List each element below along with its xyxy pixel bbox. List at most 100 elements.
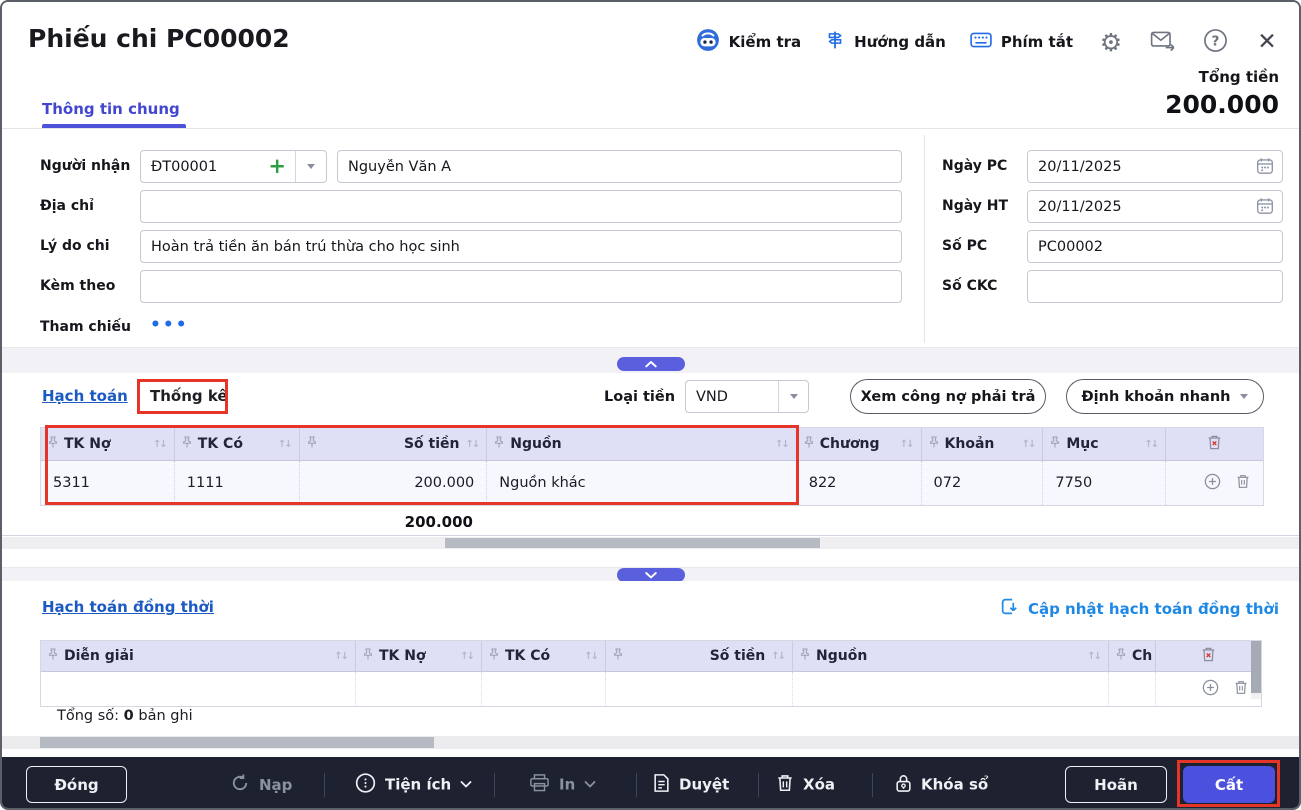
close-button[interactable]: ✕ <box>1253 28 1281 56</box>
utilities-button[interactable]: Tiện ích <box>355 772 472 797</box>
calendar-icon[interactable] <box>1256 157 1274 179</box>
col-tk-co[interactable]: TK Có ↑↓ <box>482 641 606 671</box>
pin-icon[interactable] <box>800 648 810 665</box>
pin-icon[interactable] <box>613 648 623 665</box>
col-nguon[interactable]: Nguồn ↑↓ <box>793 641 1109 671</box>
sort-icon[interactable]: ↑↓ <box>278 439 291 450</box>
view-payable-button[interactable]: Xem công nợ phải trả <box>850 379 1046 414</box>
col-chuong[interactable]: Chương ↑↓ <box>797 428 922 460</box>
print-button[interactable]: In <box>529 773 596 796</box>
simultaneous-hscrollbar-thumb[interactable] <box>40 737 434 748</box>
collapse-down-button[interactable] <box>617 568 685 582</box>
pin-icon[interactable] <box>48 436 58 453</box>
attachment-input[interactable] <box>140 270 902 303</box>
col-dien-giai[interactable]: Diễn giải ↑↓ <box>41 641 356 671</box>
sort-icon[interactable]: ↑↓ <box>1144 439 1157 450</box>
simultaneous-title-link[interactable]: Hạch toán đồng thời <box>42 598 214 616</box>
delete-row-icon[interactable] <box>1233 679 1249 700</box>
collapse-up-button[interactable] <box>617 357 685 371</box>
pin-icon[interactable] <box>1050 436 1060 453</box>
guide-button[interactable]: Hướng dẫn <box>825 30 946 54</box>
add-receiver-icon[interactable]: + <box>259 156 295 177</box>
reload-button[interactable]: Nạp <box>230 773 292 797</box>
receiver-name-input[interactable] <box>337 150 902 183</box>
col-nguon[interactable]: Nguồn ↑↓ <box>487 428 796 460</box>
pin-icon[interactable] <box>48 648 58 665</box>
pin-icon[interactable] <box>307 436 317 453</box>
receiver-code-combo[interactable]: ĐT00001 + <box>140 150 327 183</box>
delete-button[interactable]: Xóa <box>776 773 835 796</box>
calendar-icon[interactable] <box>1256 197 1274 219</box>
check-button[interactable]: Kiểm tra <box>696 28 801 56</box>
shortcut-button[interactable]: Phím tắt <box>970 32 1073 52</box>
col-delete-all[interactable] <box>1156 641 1261 671</box>
reason-input[interactable] <box>140 230 902 263</box>
delete-row-icon[interactable] <box>1235 473 1251 494</box>
trash-x-icon[interactable] <box>1200 646 1217 667</box>
chevron-down-icon <box>584 781 596 789</box>
cell-chuong[interactable]: 822 <box>797 461 922 505</box>
address-input[interactable] <box>140 190 902 223</box>
reference-ellipsis-button[interactable]: ••• <box>150 315 189 335</box>
sort-icon[interactable]: ↑↓ <box>334 651 347 662</box>
col-so-tien[interactable]: Số tiền ↑↓ <box>300 428 488 460</box>
receiver-dropdown-caret-icon[interactable] <box>296 164 326 169</box>
accounting-table-row[interactable]: 5311 1111 200.000 Nguồn khác 822 072 775… <box>41 461 1263 505</box>
quick-posting-button[interactable]: Định khoản nhanh <box>1066 379 1264 414</box>
cell-khoan[interactable]: 072 <box>922 461 1044 505</box>
cell-actions <box>1156 672 1261 706</box>
update-simultaneous-link[interactable]: Cập nhật hạch toán đồng thời <box>1000 597 1279 620</box>
col-tk-no[interactable]: TK Nợ ↑↓ <box>356 641 482 671</box>
col-tk-no[interactable]: TK Nợ ↑↓ <box>41 428 175 460</box>
simultaneous-vscrollbar-thumb[interactable] <box>1251 641 1261 693</box>
add-row-icon[interactable] <box>1204 473 1221 494</box>
feedback-button[interactable] <box>1149 28 1177 56</box>
pin-icon[interactable] <box>363 648 373 665</box>
sort-icon[interactable]: ↑↓ <box>460 651 473 662</box>
date-pc-input[interactable] <box>1027 150 1283 183</box>
sort-icon[interactable]: ↑↓ <box>771 651 784 662</box>
settings-button[interactable]: ⚙ <box>1097 28 1125 56</box>
pin-icon[interactable] <box>489 648 499 665</box>
col-tk-co[interactable]: TK Có ↑↓ <box>175 428 300 460</box>
postpone-button[interactable]: Hoãn <box>1065 766 1167 803</box>
col-muc[interactable]: Mục ↑↓ <box>1043 428 1166 460</box>
trash-x-icon[interactable] <box>1206 434 1223 455</box>
pin-icon[interactable] <box>182 436 192 453</box>
sort-icon[interactable]: ↑↓ <box>1022 439 1035 450</box>
col-chuong-truncated[interactable]: Ch <box>1109 641 1156 671</box>
sort-icon[interactable]: ↑↓ <box>466 439 479 450</box>
sort-icon[interactable]: ↑↓ <box>900 439 913 450</box>
close-voucher-button[interactable]: Đóng <box>26 766 127 803</box>
currency-select[interactable]: VND <box>685 380 809 413</box>
pin-icon[interactable] <box>494 436 504 453</box>
simultaneous-empty-row[interactable] <box>41 672 1261 706</box>
accounting-hscrollbar-thumb[interactable] <box>445 538 820 548</box>
col-so-tien[interactable]: Số tiền ↑↓ <box>606 641 793 671</box>
tab-thong-ke[interactable]: Thống kê <box>150 387 228 405</box>
save-button[interactable]: Cất <box>1183 766 1275 803</box>
number-pc-input[interactable] <box>1027 230 1283 263</box>
col-khoan[interactable]: Khoản ↑↓ <box>922 428 1044 460</box>
cell-tk-no[interactable]: 5311 <box>41 461 175 505</box>
cell-tk-co[interactable]: 1111 <box>175 461 300 505</box>
lock-button[interactable]: Khóa sổ <box>895 773 988 796</box>
number-ckc-input[interactable] <box>1027 270 1283 303</box>
cell-so-tien[interactable]: 200.000 <box>300 461 488 505</box>
col-delete-all[interactable] <box>1166 428 1263 460</box>
pin-icon[interactable] <box>929 436 939 453</box>
add-row-icon[interactable] <box>1202 679 1219 700</box>
cell-nguon[interactable]: Nguồn khác <box>487 461 796 505</box>
cell-muc[interactable]: 7750 <box>1043 461 1166 505</box>
pin-icon[interactable] <box>1116 648 1126 665</box>
pin-icon[interactable] <box>804 436 814 453</box>
sort-icon[interactable]: ↑↓ <box>153 439 166 450</box>
sort-icon[interactable]: ↑↓ <box>584 651 597 662</box>
tab-hach-toan[interactable]: Hạch toán <box>42 387 128 405</box>
help-button[interactable]: ? <box>1201 28 1229 56</box>
tab-general-info[interactable]: Thông tin chung <box>42 100 180 118</box>
sort-icon[interactable]: ↑↓ <box>1087 651 1100 662</box>
date-ht-input[interactable] <box>1027 190 1283 223</box>
approve-button[interactable]: Duyệt <box>653 773 729 796</box>
sort-icon[interactable]: ↑↓ <box>775 439 788 450</box>
